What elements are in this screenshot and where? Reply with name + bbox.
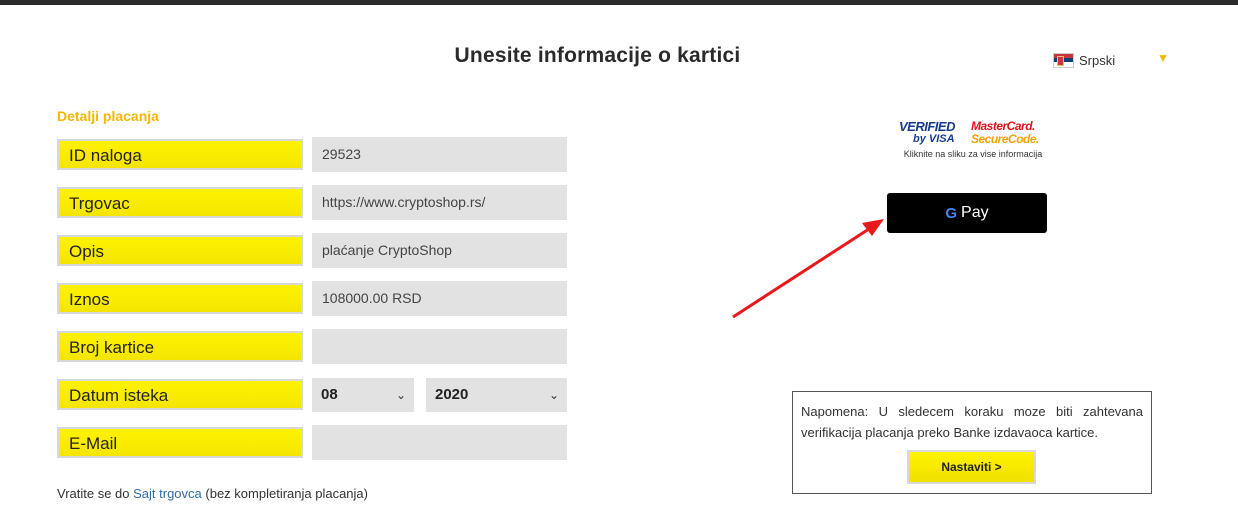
expiry-month-value: 08 <box>321 386 338 403</box>
verified-by-visa-logo[interactable]: VERIFIED by VISA <box>899 120 955 146</box>
continue-button[interactable]: Nastaviti > <box>907 450 1036 484</box>
merchant-site-link[interactable]: Sajt trgovca <box>133 486 202 501</box>
chevron-down-icon: ⌄ <box>395 388 406 402</box>
google-pay-label: Pay <box>961 204 989 221</box>
amount-field: 108000.00 RSD <box>312 281 567 316</box>
serbia-flag-icon <box>1053 52 1074 68</box>
label-description: Opis <box>57 235 303 266</box>
security-badges[interactable]: VERIFIED by VISA MasterCard. SecureCode.… <box>897 117 1047 165</box>
label-order-id: ID naloga <box>57 139 303 170</box>
label-merchant: Trgovac <box>57 187 303 218</box>
label-expiry-date: Datum isteka <box>57 379 303 410</box>
language-label: Srpski <box>1079 52 1116 68</box>
description-field: plaćanje CryptoShop <box>312 233 567 268</box>
google-g-icon: G <box>945 204 958 222</box>
label-email: E-Mail <box>57 427 303 458</box>
back-text-after: (bez kompletiranja placanja) <box>201 486 368 501</box>
label-card-number: Broj kartice <box>57 331 303 362</box>
google-pay-button[interactable]: G Pay <box>887 193 1047 233</box>
top-bar <box>0 0 1238 5</box>
card-number-input[interactable] <box>312 329 567 364</box>
merchant-field: https://www.cryptoshop.rs/ <box>312 185 567 220</box>
order-id-field: 29523 <box>312 137 567 172</box>
label-amount: Iznos <box>57 283 303 314</box>
section-title: Detalji placanja <box>57 108 159 124</box>
notice-text: Napomena: U sledecem koraku moze biti za… <box>801 404 1143 440</box>
mastercard-securecode-logo[interactable]: MasterCard. SecureCode. <box>971 120 1039 146</box>
language-selector[interactable]: Srpski <box>1053 50 1115 70</box>
back-to-merchant: Vratite se do Sajt trgovca (bez kompleti… <box>57 486 368 501</box>
chevron-down-icon: ⌄ <box>548 388 559 402</box>
back-text-before: Vratite se do <box>57 486 134 501</box>
expiry-year-value: 2020 <box>435 386 469 403</box>
security-info-note: Kliknite na sliku za vise informacija <box>903 149 1043 159</box>
expiry-month-select[interactable]: 08 ⌄ <box>312 378 414 412</box>
page-title: Unesite informacije o kartici <box>454 44 741 67</box>
email-input[interactable] <box>312 425 567 460</box>
triangle-down-icon[interactable]: ▼ <box>1157 51 1169 65</box>
expiry-year-select[interactable]: 2020 ⌄ <box>426 378 567 412</box>
